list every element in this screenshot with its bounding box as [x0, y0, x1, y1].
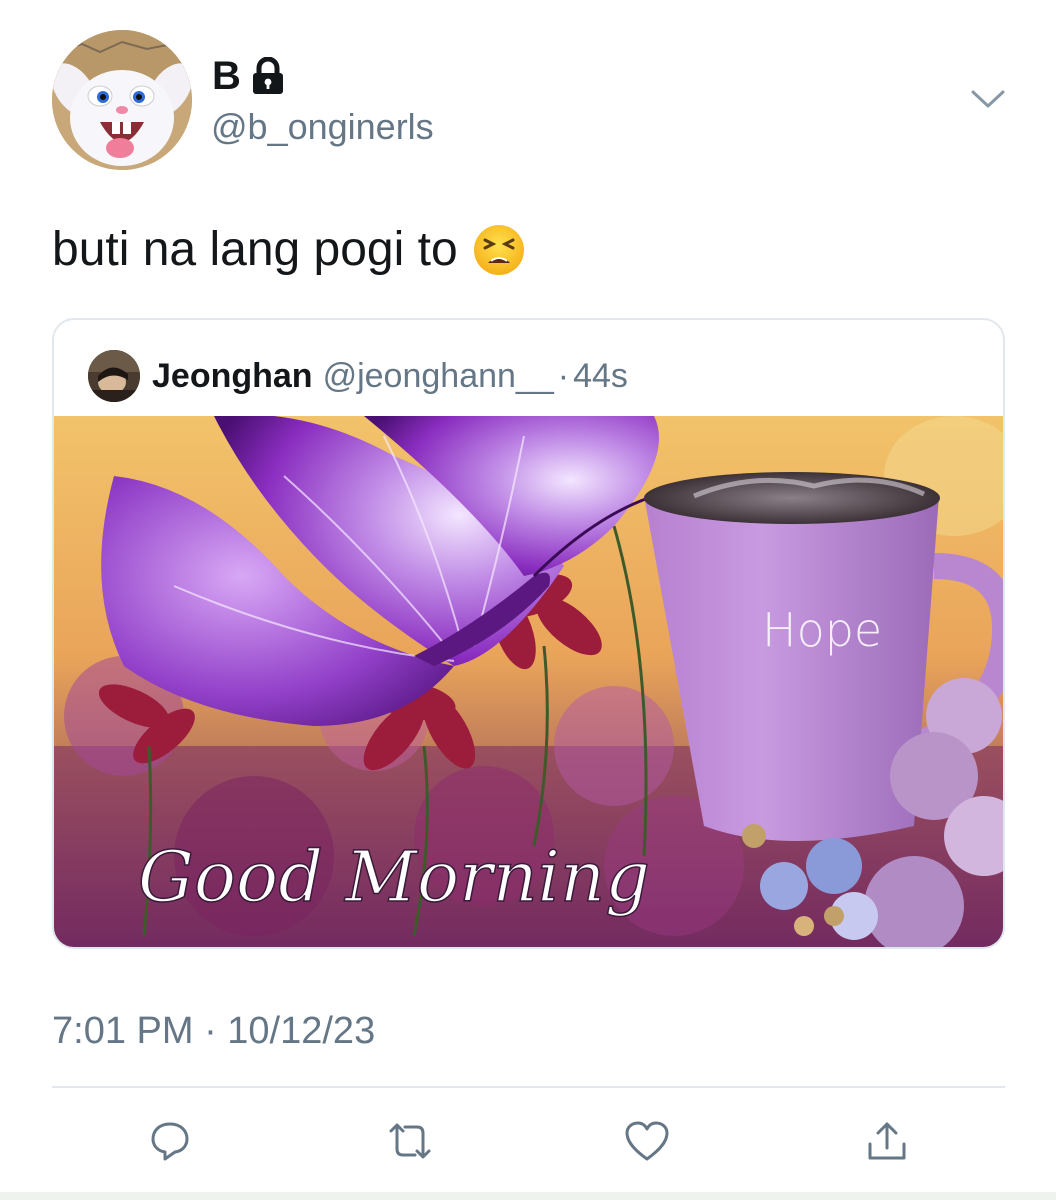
divider: [52, 1086, 1005, 1088]
quoted-tweet-card[interactable]: Jeonghan @jeonghann__ · 44s Hope Good Mo…: [52, 318, 1005, 949]
author-avatar[interactable]: [52, 30, 192, 170]
quoted-author-avatar: [88, 350, 140, 402]
lock-icon: [251, 56, 285, 95]
reply-button[interactable]: [145, 1118, 195, 1168]
bottom-edge: [0, 1192, 1056, 1200]
retweet-button[interactable]: [385, 1118, 435, 1168]
quoted-tweet-header: Jeonghan @jeonghann__ · 44s: [88, 348, 628, 404]
retweet-icon: [385, 1119, 435, 1168]
share-icon: [864, 1118, 910, 1169]
like-button[interactable]: [622, 1118, 672, 1168]
quoted-time: 44s: [573, 356, 628, 395]
tweet-text: buti na lang pogi to: [52, 222, 526, 278]
heart-icon: [623, 1119, 671, 1168]
author-display-name[interactable]: B: [212, 56, 241, 96]
quoted-author-name: Jeonghan: [152, 356, 313, 395]
quoted-author-handle: @jeonghann__: [322, 356, 554, 395]
quoted-media-image[interactable]: Hope Good Morning: [54, 416, 1003, 947]
cup-text: Hope: [762, 603, 882, 657]
tweet-text-content: buti na lang pogi to: [52, 223, 458, 276]
author-handle[interactable]: @b_onginerls: [211, 106, 434, 148]
quoted-separator: ·: [557, 356, 570, 395]
share-button[interactable]: [862, 1118, 912, 1168]
image-caption: Good Morning: [138, 836, 650, 918]
author-display-name-row: B: [212, 56, 285, 96]
tweet-detail: B @b_onginerls buti na lang pogi to Jeon…: [0, 0, 1056, 1200]
chevron-down-icon[interactable]: [968, 84, 1008, 114]
reply-icon: [148, 1119, 192, 1168]
tired-face-emoji: [472, 223, 526, 277]
tweet-timestamp[interactable]: 7:01 PM · 10/12/23: [52, 1008, 375, 1054]
